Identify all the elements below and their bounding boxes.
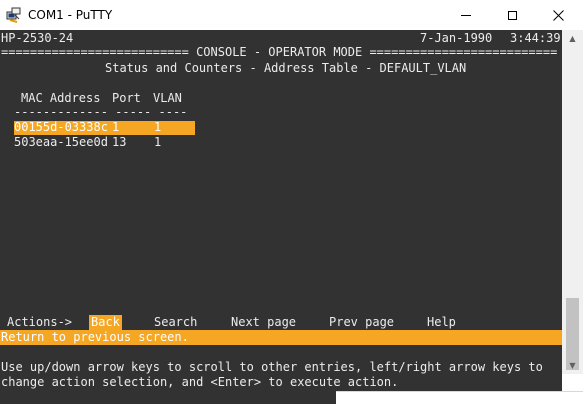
column-header-port: Port: [112, 91, 141, 105]
header-separator: ------------- ----- ----: [14, 105, 188, 119]
terminal-screen[interactable]: HP-2530-24 7-Jan-1990 3:44:39 ==========…: [0, 30, 562, 404]
maximize-button[interactable]: [489, 0, 535, 30]
action-next-page[interactable]: Next page: [231, 315, 296, 330]
system-date: 7-Jan-1990: [420, 31, 493, 45]
window-title: COM1 - PuTTY: [28, 8, 113, 22]
help-line-1: Use up/down arrow keys to scroll to othe…: [1, 360, 543, 374]
system-time: 3:44:39: [510, 31, 561, 45]
column-header-vlan: VLAN: [153, 91, 182, 105]
action-back[interactable]: Back: [89, 315, 122, 330]
screen-title: Status and Counters - Address Table - DE…: [105, 61, 467, 75]
maximize-icon: [507, 10, 517, 20]
status-line: Return to previous screen.: [1, 330, 189, 344]
entry-mac: 503eaa-15ee0d: [14, 135, 108, 149]
background-window-edge: [336, 391, 583, 405]
scroll-up-icon[interactable]: ▲: [562, 30, 583, 47]
entry-mac: 00155d-03338c: [14, 120, 108, 134]
action-help[interactable]: Help: [427, 315, 456, 330]
minimize-icon: [461, 14, 471, 16]
column-header-mac: MAC Address: [21, 91, 101, 105]
entry-vlan: 1: [154, 120, 162, 134]
entry-port: 1: [112, 120, 120, 134]
entry-port: 13: [112, 135, 127, 149]
host-name: HP-2530-24: [1, 31, 74, 45]
entry-vlan: 1: [154, 135, 162, 149]
mode-banner: ========================== CONSOLE - OPE…: [1, 45, 558, 59]
close-button[interactable]: [535, 0, 581, 30]
help-line-2: change action selection, and <Enter> to …: [1, 375, 399, 389]
scroll-down-icon[interactable]: ▼: [562, 357, 583, 374]
putty-app-icon[interactable]: [6, 7, 22, 23]
minimize-button[interactable]: [443, 0, 489, 30]
close-icon: [552, 9, 564, 21]
action-prev-page[interactable]: Prev page: [329, 315, 394, 330]
action-search[interactable]: Search: [154, 315, 197, 330]
window-titlebar[interactable]: COM1 - PuTTY: [0, 0, 583, 30]
vertical-scrollbar[interactable]: ▲ ▼: [562, 30, 583, 374]
actions-label: Actions->: [7, 315, 73, 329]
